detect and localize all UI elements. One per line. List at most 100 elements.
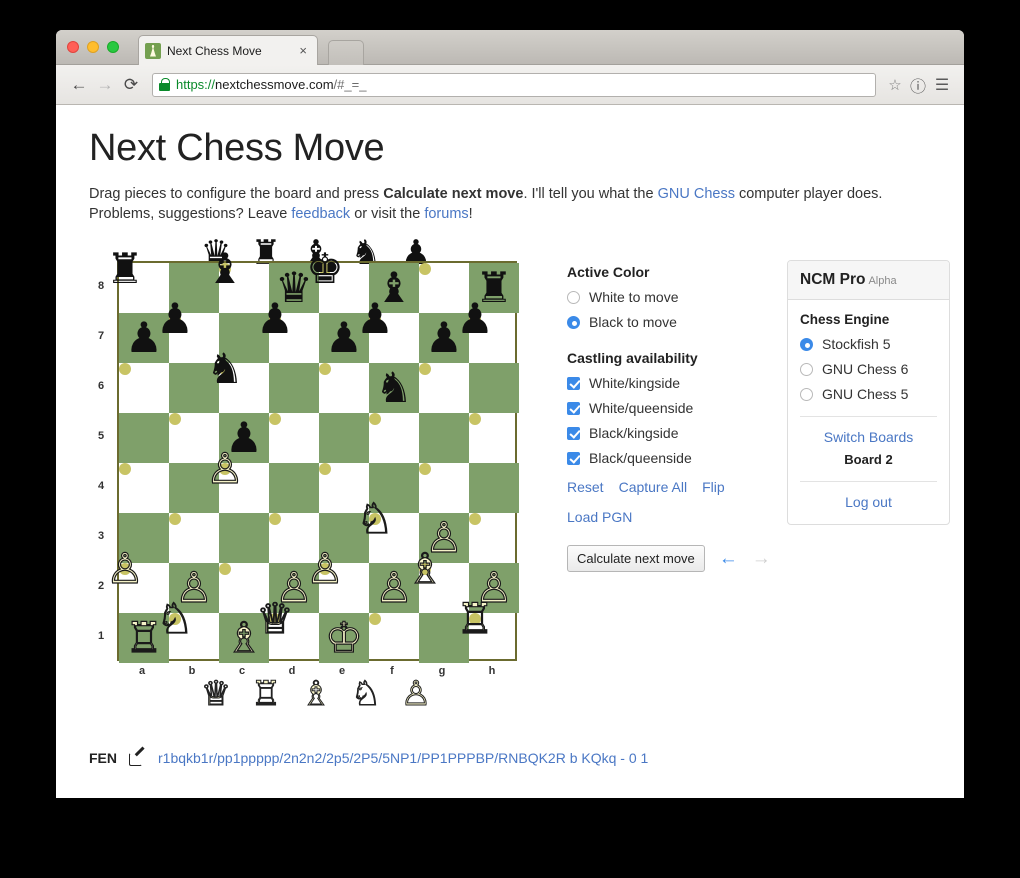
chess-piece[interactable]: ♟ (256, 298, 294, 340)
board-square-a8[interactable]: ♜ (106, 248, 144, 290)
reload-button[interactable]: ⟳ (118, 72, 144, 98)
board-square-b3[interactable] (169, 513, 181, 525)
chess-piece[interactable]: ♟ (356, 298, 394, 340)
board-square-g4[interactable] (419, 463, 431, 475)
chess-piece[interactable]: ♕ (256, 597, 295, 640)
board-square-f6[interactable]: ♞ (369, 363, 419, 413)
board-square-d1[interactable]: ♕ (256, 597, 295, 640)
load-pgn-link[interactable]: Load PGN (567, 509, 632, 525)
board-square-b7[interactable]: ♟ (156, 298, 194, 340)
browser-tab[interactable]: Next Chess Move × (138, 35, 318, 65)
board-square-e5[interactable] (319, 413, 369, 463)
board-square-a6[interactable] (119, 363, 131, 375)
chess-piece[interactable]: ♙ (206, 447, 245, 490)
chess-piece[interactable]: ♝ (206, 248, 244, 290)
address-bar[interactable]: https://nextchessmove.com/#_=_ (152, 72, 876, 97)
maximize-window-button[interactable] (107, 41, 119, 53)
chess-piece[interactable]: ♘ (156, 597, 195, 640)
board-square-h3[interactable] (469, 513, 481, 525)
minimize-window-button[interactable] (87, 41, 99, 53)
castling-option-2[interactable]: Black/kingside (567, 425, 782, 441)
board-square-g5[interactable] (419, 413, 469, 463)
board-square-a2[interactable]: ♙ (106, 547, 145, 590)
radio-white-to-move[interactable]: White to move (567, 289, 782, 305)
board-square-g2[interactable]: ♗ (406, 547, 445, 590)
capture-all-link[interactable]: Capture All (619, 479, 687, 495)
chess-piece[interactable]: ♟ (156, 298, 194, 340)
new-tab-button[interactable] (328, 40, 364, 65)
chess-piece[interactable]: ♙ (306, 547, 345, 590)
engine-option-0[interactable]: Stockfish 5 (800, 336, 937, 352)
hamburger-menu-icon[interactable]: ☰ (930, 73, 954, 97)
gnu-chess-link[interactable]: GNU Chess (658, 186, 735, 202)
spare-piece[interactable]: ♗ (291, 673, 341, 712)
castling-option-3[interactable]: Black/queenside (567, 450, 782, 466)
board-square-e6[interactable] (319, 363, 331, 375)
board-square-c8[interactable]: ♝ (206, 248, 244, 290)
board-square-d4[interactable] (269, 463, 319, 513)
board-square-d7[interactable]: ♟ (256, 298, 294, 340)
feedback-link[interactable]: feedback (291, 206, 350, 222)
forums-link[interactable]: forums (424, 206, 468, 222)
board-square-e1[interactable]: ♔ (319, 613, 369, 663)
spare-piece[interactable]: ♖ (241, 673, 291, 712)
chess-piece[interactable]: ♗ (406, 547, 445, 590)
chess-piece[interactable]: ♞ (375, 367, 413, 409)
engine-option-1[interactable]: GNU Chess 6 (800, 361, 937, 377)
board-square-h1[interactable]: ♖ (456, 597, 495, 640)
spare-piece[interactable]: ♘ (341, 673, 391, 712)
board-square-c6[interactable]: ♞ (206, 348, 244, 390)
back-button[interactable]: ← (66, 72, 92, 98)
chess-piece[interactable]: ♔ (325, 616, 364, 659)
bookmark-star-icon[interactable]: ☆ (884, 74, 906, 96)
close-window-button[interactable] (67, 41, 79, 53)
board-square-d6[interactable] (269, 363, 319, 413)
board-square-f1[interactable] (369, 613, 381, 625)
board-square-g8[interactable] (419, 263, 431, 275)
board-square-b1[interactable]: ♘ (156, 597, 195, 640)
forward-button[interactable]: → (92, 72, 118, 98)
previous-move-arrow-icon[interactable]: ← (719, 549, 738, 568)
chess-piece[interactable]: ♚ (306, 248, 344, 290)
board-square-h6[interactable] (469, 363, 519, 413)
chess-piece[interactable]: ♞ (206, 348, 244, 390)
spare-piece[interactable]: ♙ (391, 673, 441, 712)
reset-link[interactable]: Reset (567, 479, 604, 495)
board-square-g6[interactable] (419, 363, 431, 375)
info-icon[interactable]: ⓘ (906, 73, 930, 97)
castling-option-0[interactable]: White/kingside (567, 375, 782, 391)
board-square-c2[interactable] (219, 563, 231, 575)
log-out-link[interactable]: Log out (845, 494, 892, 510)
next-move-arrow-icon[interactable]: → (752, 549, 771, 568)
chess-piece[interactable]: ♘ (356, 497, 395, 540)
fen-value[interactable]: r1bqkb1r/pp1ppppp/2n2n2/2p5/2P5/5NP1/PP1… (158, 750, 648, 766)
edit-pencil-icon[interactable] (129, 751, 144, 766)
board-square-e4[interactable] (319, 463, 331, 475)
spare-piece[interactable]: ♕ (191, 673, 241, 712)
chess-piece[interactable]: ♖ (456, 597, 495, 640)
board-square-a4[interactable] (119, 463, 131, 475)
board-square-c4[interactable]: ♙ (206, 447, 245, 490)
board-square-c3[interactable] (219, 513, 269, 563)
board-square-f5[interactable] (369, 413, 381, 425)
chess-piece[interactable]: ♟ (456, 298, 494, 340)
chess-piece[interactable]: ♜ (106, 248, 144, 290)
board-square-d3[interactable] (269, 513, 281, 525)
engine-option-2[interactable]: GNU Chess 5 (800, 386, 937, 402)
board-square-h4[interactable] (469, 463, 519, 513)
flip-link[interactable]: Flip (702, 479, 725, 495)
calculate-next-move-button[interactable]: Calculate next move (567, 545, 705, 572)
board-square-f7[interactable]: ♟ (356, 298, 394, 340)
board-square-b5[interactable] (169, 413, 181, 425)
chess-piece[interactable]: ♙ (106, 547, 145, 590)
board-square-e2[interactable]: ♙ (306, 547, 345, 590)
chess-board[interactable]: ♜ ♝ ♛ ♚ ♝ ♜ ♟ ♟ ♟ ♟ ♟ ♟ ♟ ♞ ♞ ♟ ♙ ♘ ♙ ♙ ♙ ♙ ♙ ♙ ♗ ♙ ♖ ♘ ♗ ♕ ♔ ♖ (106, 248, 519, 663)
board-square-f3[interactable]: ♘ (356, 497, 395, 540)
castling-option-1[interactable]: White/queenside (567, 400, 782, 416)
board-square-h5[interactable] (469, 413, 481, 425)
board-square-h7[interactable]: ♟ (456, 298, 494, 340)
board-square-a5[interactable] (119, 413, 169, 463)
switch-boards-link[interactable]: Switch Boards (824, 429, 913, 445)
radio-black-to-move[interactable]: Black to move (567, 314, 782, 330)
board-square-d5[interactable] (269, 413, 281, 425)
